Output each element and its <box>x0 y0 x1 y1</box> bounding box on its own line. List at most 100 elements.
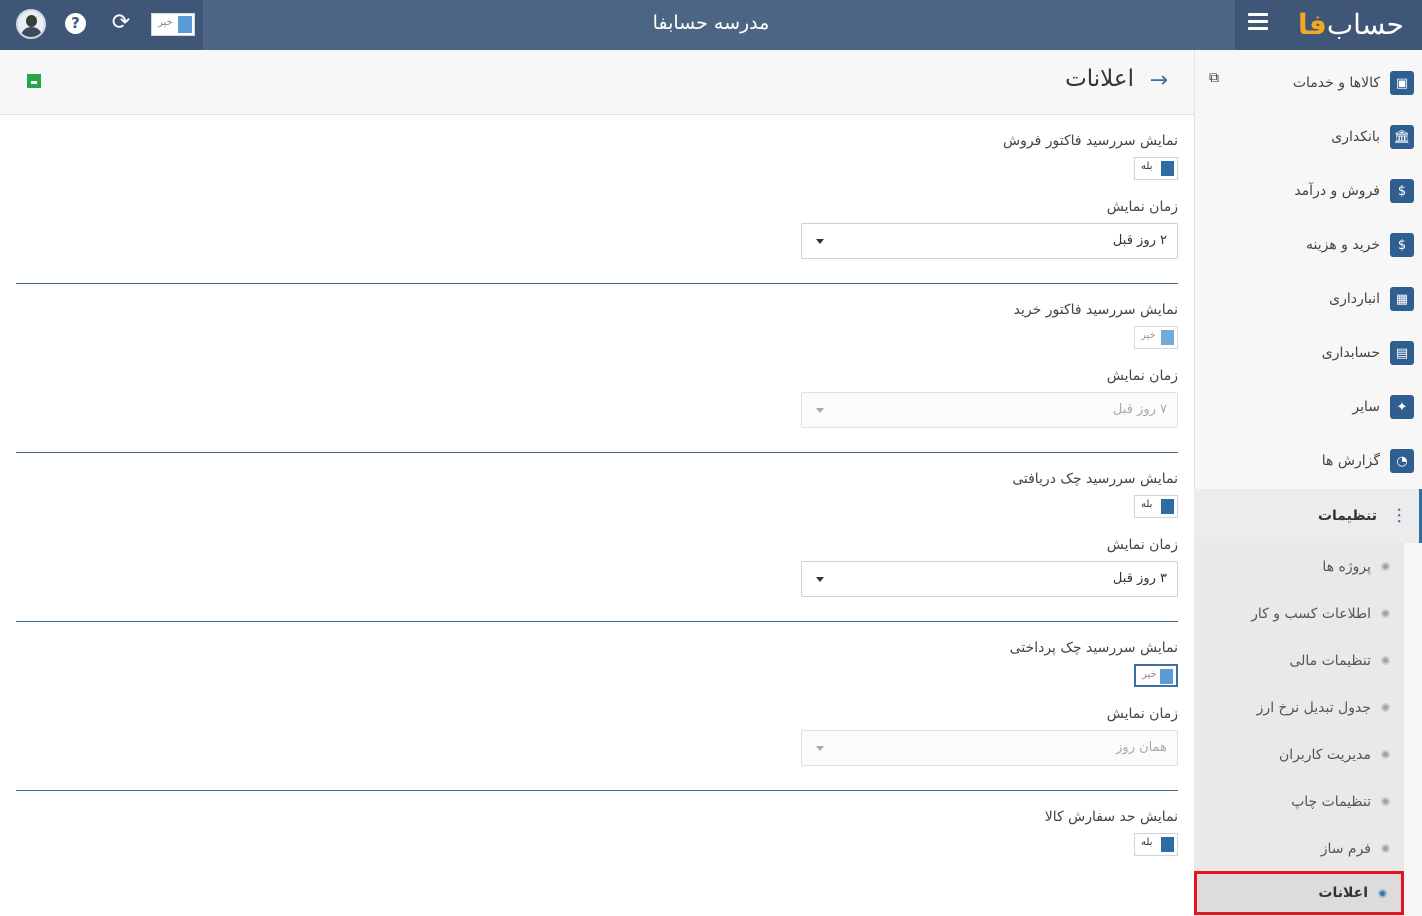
sidebar-item-label: انبارداری <box>1329 291 1380 307</box>
sidebar-item-label: تنظیمات <box>1317 508 1377 524</box>
toggle-knob <box>1161 499 1174 514</box>
sidebar-item-settings[interactable]: ⫶ تنظیمات <box>1194 489 1422 543</box>
sidebar-item-other[interactable]: ✦ سایر <box>1194 380 1422 434</box>
toggle-knob <box>178 16 192 33</box>
submenu-label: اعلانات <box>1318 885 1368 901</box>
submenu-label: پروژه ها <box>1322 558 1371 575</box>
warehouse-icon: ▦ <box>1390 287 1414 311</box>
time-label: زمان نمایش <box>1106 368 1178 384</box>
caret-down-icon <box>816 746 824 751</box>
sidebar-item-warehouse[interactable]: ▦ انبارداری <box>1194 272 1422 326</box>
submenu-item-business-info[interactable]: اطلاعات کسب و کار <box>1194 590 1404 637</box>
submenu-item-user-management[interactable]: مدیریت کاربران <box>1194 731 1404 778</box>
section-toggle[interactable]: خیر <box>1134 664 1178 687</box>
caret-down-icon <box>816 577 824 582</box>
caret-down-icon <box>816 408 824 413</box>
toggle-label: بله <box>1141 837 1153 848</box>
bullet-icon <box>1381 609 1390 618</box>
bullet-icon <box>1381 562 1390 571</box>
page-header: → اعلانات <box>0 50 1194 115</box>
hesabfa-logo[interactable]: فا حساب <box>1296 6 1405 42</box>
sidebar-item-purchases[interactable]: $ خرید و هزینه <box>1194 218 1422 272</box>
page-title: اعلانات <box>1065 66 1134 92</box>
toggle-knob <box>1161 161 1174 176</box>
notification-section: نمایش سررسید چک پرداختی خیر زمان نمایش ه… <box>16 622 1178 791</box>
notification-section: نمایش سررسید فاکتور فروش بله زمان نمایش … <box>16 128 1178 284</box>
submenu-item-projects[interactable]: پروژه ها <box>1194 543 1404 590</box>
main-content: → اعلانات نمایش سررسید فاکتور فروش بله ز… <box>0 50 1194 916</box>
submenu-label: اطلاعات کسب و کار <box>1251 605 1371 622</box>
submenu-label: جدول تبدیل نرخ ارز <box>1256 699 1371 716</box>
sidebar-item-label: گزارش ها <box>1321 453 1380 469</box>
toggle-knob <box>1160 669 1173 684</box>
submenu-item-exchange-rates[interactable]: جدول تبدیل نرخ ارز <box>1194 684 1404 731</box>
submenu-item-notifications[interactable]: اعلانات <box>1194 871 1404 915</box>
sidebar-item-label: سایر <box>1352 399 1380 415</box>
submenu-item-financial-settings[interactable]: تنظیمات مالی <box>1194 637 1404 684</box>
box-icon: ▣ <box>1390 71 1414 95</box>
bullet-icon <box>1381 703 1390 712</box>
select-value: ۳ روز قبل <box>1112 571 1167 586</box>
top-toggle[interactable]: خیر <box>151 13 195 36</box>
sidebar-item-banking[interactable]: 🏛 بانکداری <box>1194 110 1422 164</box>
time-label: زمان نمایش <box>1106 706 1178 722</box>
bullet-icon <box>1381 750 1390 759</box>
company-title: مدرسه حسابفا <box>652 12 770 34</box>
sidebar-item-label: کالاها و خدمات <box>1292 75 1380 91</box>
tools-icon: ✦ <box>1390 395 1414 419</box>
submenu-label: تنظیمات مالی <box>1289 652 1371 669</box>
time-select[interactable]: ۳ روز قبل <box>801 561 1178 597</box>
help-icon[interactable]: ? <box>65 13 86 34</box>
section-toggle[interactable]: بله <box>1134 833 1178 856</box>
sidebar-item-products[interactable]: ▣ کالاها و خدمات <box>1194 56 1422 110</box>
toggle-label: خیر <box>1142 669 1157 680</box>
menu-toggle-icon[interactable] <box>1248 13 1268 31</box>
save-icon[interactable] <box>27 74 41 88</box>
section-label: نمایش سررسید چک پرداختی <box>1009 640 1178 656</box>
submenu-label: تنظیمات چاپ <box>1291 793 1371 810</box>
bullet-icon <box>1378 888 1387 898</box>
time-select[interactable]: ۷ روز قبل <box>801 392 1178 428</box>
toggle-knob <box>1161 330 1174 345</box>
refresh-icon[interactable]: ⟳ <box>110 10 132 36</box>
time-label: زمان نمایش <box>1106 537 1178 553</box>
logo-text: حساب <box>1326 7 1405 41</box>
time-select[interactable]: همان روز <box>801 730 1178 766</box>
section-label: نمایش سررسید چک دریافتی <box>1012 471 1178 487</box>
section-label: نمایش سررسید فاکتور خرید <box>1013 302 1178 318</box>
select-value: همان روز <box>1116 740 1167 755</box>
notification-section: نمایش سررسید فاکتور خرید خیر زمان نمایش … <box>16 284 1178 453</box>
caret-down-icon <box>816 239 824 244</box>
submenu-item-form-builder[interactable]: فرم ساز <box>1194 825 1404 872</box>
report-icon: ◔ <box>1390 449 1414 473</box>
sidebar: ⧉ ▣ کالاها و خدمات 🏛 بانکداری $ فروش و د… <box>1194 50 1422 916</box>
sidebar-item-label: خرید و هزینه <box>1305 237 1380 253</box>
sidebar-item-label: بانکداری <box>1331 129 1380 145</box>
bullet-icon <box>1381 844 1390 853</box>
select-value: ۷ روز قبل <box>1112 402 1167 417</box>
section-toggle[interactable]: بله <box>1134 157 1178 180</box>
section-label: نمایش حد سفارش کالا <box>1044 809 1178 825</box>
settings-sliders-icon: ⫶ <box>1396 504 1402 528</box>
top-toggle-label: خیر <box>158 17 173 28</box>
sidebar-item-accounting[interactable]: ▤ حسابداری <box>1194 326 1422 380</box>
notification-section: نمایش حد سفارش کالا بله <box>16 791 1178 871</box>
submenu-label: فرم ساز <box>1320 840 1371 857</box>
section-toggle[interactable]: خیر <box>1134 326 1178 349</box>
select-value: ۲ روز قبل <box>1112 233 1167 248</box>
sidebar-item-sales[interactable]: $ فروش و درآمد <box>1194 164 1422 218</box>
section-toggle[interactable]: بله <box>1134 495 1178 518</box>
top-bar: مدرسه حسابفا فا حساب ? ⟳ خیر <box>0 0 1422 50</box>
user-avatar[interactable] <box>16 9 46 39</box>
sidebar-item-reports[interactable]: ◔ گزارش ها <box>1194 434 1422 488</box>
toggle-label: بله <box>1141 499 1153 510</box>
submenu-item-print-settings[interactable]: تنظیمات چاپ <box>1194 778 1404 825</box>
toggle-knob <box>1161 837 1174 852</box>
sales-icon: $ <box>1390 179 1414 203</box>
submenu-label: مدیریت کاربران <box>1278 746 1371 763</box>
section-label: نمایش سررسید فاکتور فروش <box>1003 133 1178 149</box>
time-select[interactable]: ۲ روز قبل <box>801 223 1178 259</box>
back-arrow-icon[interactable]: → <box>1150 68 1168 93</box>
sidebar-item-label: فروش و درآمد <box>1294 183 1380 199</box>
toggle-label: بله <box>1141 161 1153 172</box>
